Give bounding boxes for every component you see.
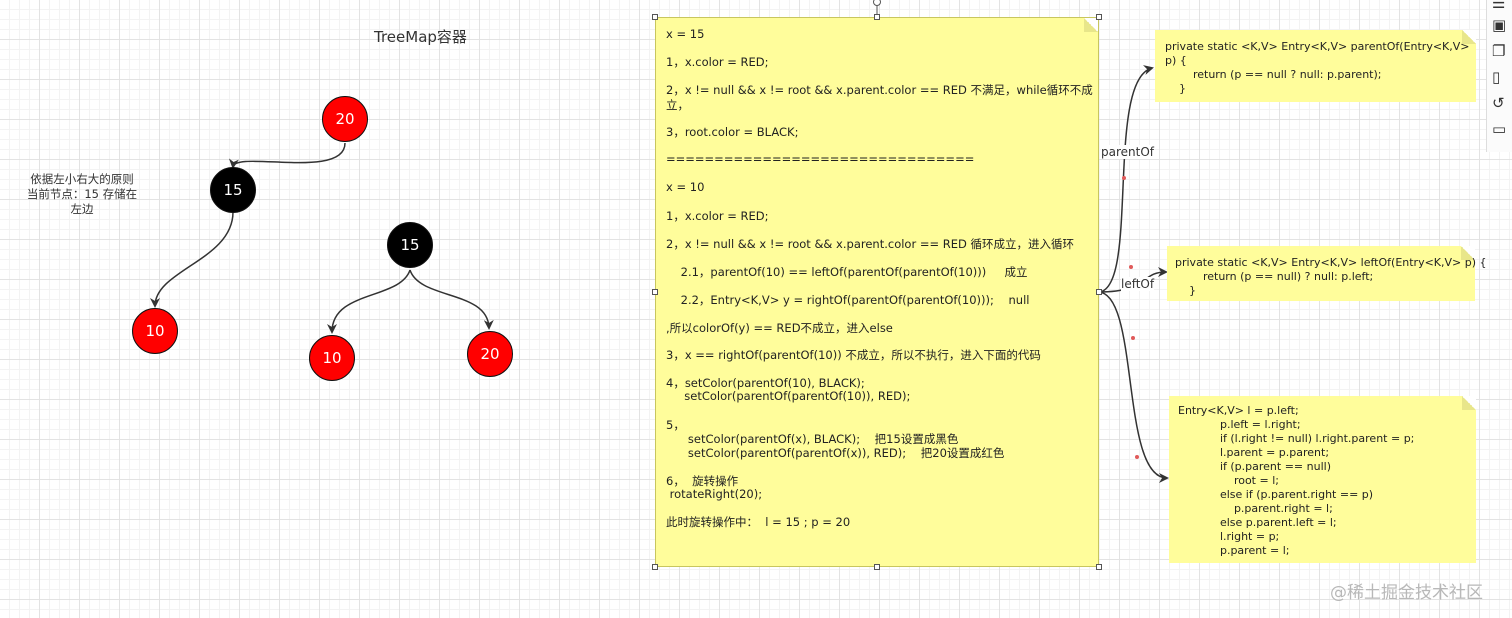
note-line: 此时旋转操作中： l = 15 ; p = 20 xyxy=(666,515,851,529)
rule-text: 依据左小右大的原则 当前节点：15 存储在 左边 xyxy=(26,172,138,216)
node-10[interactable]: 10 xyxy=(132,308,178,354)
resize-handle[interactable] xyxy=(652,289,658,295)
node-10[interactable]: 10 xyxy=(309,335,355,381)
code-line: return (p == null ? null: p.parent); xyxy=(1165,68,1382,81)
comment-icon[interactable]: ▭ xyxy=(1492,120,1506,138)
note-line: 1，x.color = RED; xyxy=(666,209,769,223)
note-line: x = 10 xyxy=(666,180,705,194)
code-line: if (p.parent == null) xyxy=(1178,460,1331,473)
note-line: 3，root.color = BLACK; xyxy=(666,125,799,139)
watermark: @稀土掘金技术社区 xyxy=(1330,583,1483,603)
note-line: ,所以colorOf(y) == RED不成立，进入else xyxy=(666,321,893,335)
code-line: private static <K,V> Entry<K,V> leftOf(E… xyxy=(1175,256,1487,269)
history-icon[interactable]: ↺ xyxy=(1492,94,1505,112)
code-line: p) { xyxy=(1165,54,1187,67)
main-note[interactable]: x = 15 1，x.color = RED; 2，x != null && x… xyxy=(655,17,1099,567)
rotate-note[interactable]: Entry<K,V> l = p.left; p.left = l.right;… xyxy=(1169,396,1476,563)
code-line: } xyxy=(1165,82,1186,95)
node-20[interactable]: 20 xyxy=(322,96,368,142)
resize-handle[interactable] xyxy=(874,14,880,20)
leftof-note[interactable]: private static <K,V> Entry<K,V> leftOf(E… xyxy=(1167,246,1487,301)
code-line: root = l; xyxy=(1178,474,1279,487)
edge-right-15-20 xyxy=(409,269,494,330)
code-line: } xyxy=(1175,284,1196,297)
node-20[interactable]: 20 xyxy=(467,331,513,377)
format-icon[interactable]: ☰ xyxy=(1492,0,1505,12)
note-line: 2.1，parentOf(10) == leftOf(parentOf(pare… xyxy=(666,265,1028,279)
note-line: rotateRight(20); xyxy=(666,487,763,501)
note-line: 立， xyxy=(666,98,689,112)
edge-parentOf xyxy=(1097,65,1154,293)
code-line: p.parent = l; xyxy=(1178,544,1290,557)
resize-handle[interactable] xyxy=(1096,14,1102,20)
resize-handle[interactable] xyxy=(1096,564,1102,570)
note-line: 1，x.color = RED; xyxy=(666,55,769,69)
node-15[interactable]: 15 xyxy=(210,167,256,213)
edge-right-15-10 xyxy=(327,269,411,334)
code-line: p.parent.right = l; xyxy=(1178,502,1333,515)
pages-icon[interactable]: ❐ xyxy=(1492,42,1505,60)
note-line: 2.2，Entry<K,V> y = rightOf(parentOf(pare… xyxy=(666,293,1030,307)
code-line: if (l.right != null) l.right.parent = p; xyxy=(1178,432,1415,445)
code-line: return (p == null) ? null: p.left; xyxy=(1175,270,1374,283)
code-line: l.right = p; xyxy=(1178,530,1280,543)
right-toolbar: ☰ ▣ ❐ ▯ ↺ ▭ xyxy=(1486,0,1512,152)
note-line: ================================ xyxy=(666,152,975,166)
diagram-title: TreeMap容器 xyxy=(374,28,467,46)
note-line: 2，x != null && x != root && x.parent.col… xyxy=(666,83,1093,97)
edge-label-leftof: leftOf xyxy=(1121,277,1155,291)
resize-handle[interactable] xyxy=(1096,289,1102,295)
arrange-icon[interactable]: ▣ xyxy=(1492,16,1506,34)
resize-handle[interactable] xyxy=(652,14,658,20)
resize-handle[interactable] xyxy=(652,564,658,570)
code-line: Entry<K,V> l = p.left; xyxy=(1178,404,1299,417)
note-fold xyxy=(1084,18,1098,32)
note-line: x = 15 xyxy=(666,27,705,41)
note-line: setColor(parentOf(parentOf(x)), RED); 把2… xyxy=(666,446,1005,460)
note-line: setColor(parentOf(parentOf(10)), RED); xyxy=(666,389,911,403)
edge-20-15 xyxy=(229,142,346,169)
document-icon[interactable]: ▯ xyxy=(1492,68,1500,86)
edge-15-10 xyxy=(150,211,234,308)
code-line: private static <K,V> Entry<K,V> parentOf… xyxy=(1165,40,1470,53)
code-line: p.left = l.right; xyxy=(1178,418,1301,431)
edge-label-parentof: parentOf xyxy=(1101,145,1155,159)
note-fold xyxy=(1462,396,1476,410)
note-line: 3，x == rightOf(parentOf(10)) 不成立，所以不执行，进… xyxy=(666,348,1041,362)
note-line: 2，x != null && x != root && x.parent.col… xyxy=(666,237,1075,251)
code-line: l.parent = p.parent; xyxy=(1178,446,1330,459)
code-line: else if (p.parent.right == p) xyxy=(1178,488,1374,501)
node-15[interactable]: 15 xyxy=(387,222,433,268)
resize-handle[interactable] xyxy=(874,564,880,570)
parentof-note[interactable]: private static <K,V> Entry<K,V> parentOf… xyxy=(1155,30,1476,102)
code-line: else p.parent.left = l; xyxy=(1178,516,1337,529)
edge-rotate xyxy=(1097,291,1169,483)
